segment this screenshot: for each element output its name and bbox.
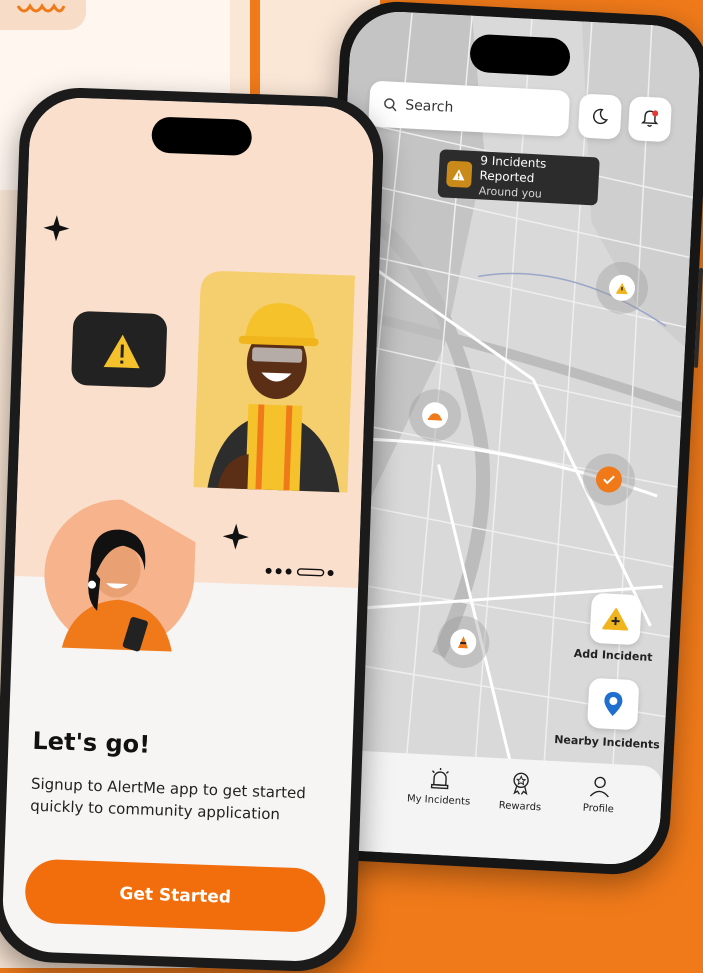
location-pin-icon bbox=[604, 692, 623, 717]
dynamic-island bbox=[151, 116, 253, 156]
woman-avatar-illustration bbox=[44, 499, 196, 652]
badge-icon bbox=[513, 772, 530, 796]
get-started-button[interactable]: Get Started bbox=[24, 858, 327, 933]
alarm-icon bbox=[430, 768, 449, 790]
add-incident-button[interactable] bbox=[589, 592, 642, 646]
traffic-cone-icon bbox=[449, 628, 477, 656]
warning-icon bbox=[608, 274, 636, 302]
add-warning-icon bbox=[602, 608, 629, 631]
onboarding-heading: Let's go! bbox=[32, 726, 151, 759]
hard-hat-icon bbox=[421, 401, 449, 429]
tab-rewards[interactable]: Rewards bbox=[498, 770, 543, 813]
dynamic-island bbox=[469, 33, 571, 77]
theme-toggle-button[interactable] bbox=[577, 93, 623, 140]
verified-badge-icon bbox=[595, 465, 623, 494]
search-placeholder: Search bbox=[404, 97, 454, 116]
incidents-banner[interactable]: 9 Incidents Reported Around you bbox=[437, 149, 600, 206]
onboarding-subtitle: Signup to AlertMe app to get started qui… bbox=[29, 774, 307, 824]
onboarding-phone: Let's go! Signup to AlertMe app to get s… bbox=[0, 85, 386, 973]
nearby-incidents-button[interactable] bbox=[586, 677, 640, 731]
logo-badge bbox=[0, 0, 86, 30]
notifications-button[interactable] bbox=[627, 96, 673, 143]
search-icon bbox=[384, 98, 397, 112]
tab-label: Profile bbox=[582, 802, 615, 816]
moon-icon bbox=[592, 108, 609, 125]
user-icon bbox=[589, 776, 609, 798]
tab-label: My Incidents bbox=[406, 793, 471, 808]
bell-icon bbox=[640, 110, 659, 127]
logo-icon bbox=[16, 3, 66, 13]
warning-icon bbox=[446, 160, 473, 188]
phone-side-button bbox=[693, 267, 703, 369]
tab-my-incidents[interactable]: My Incidents bbox=[406, 765, 472, 808]
onboarding-screen: Let's go! Signup to AlertMe app to get s… bbox=[1, 96, 375, 963]
tab-profile[interactable]: Profile bbox=[582, 775, 615, 816]
tab-label: Rewards bbox=[498, 800, 542, 814]
